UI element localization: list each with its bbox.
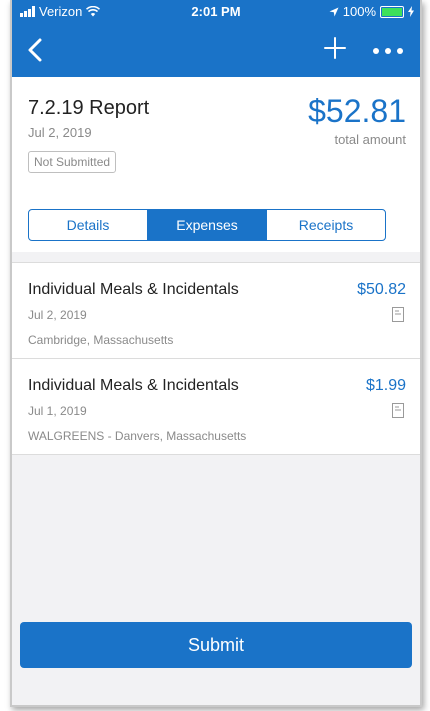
status-badge: Not Submitted: [28, 151, 117, 173]
report-title: 7.2.19 Report: [28, 97, 150, 119]
expense-location: Cambridge, Massachusetts: [28, 333, 174, 347]
receipt-icon: [392, 307, 404, 322]
battery-icon: [380, 5, 404, 18]
report-date: Jul 2, 2019: [28, 125, 92, 140]
total-amount-label: total amount: [334, 132, 406, 147]
expense-amount: $50.82: [357, 281, 406, 298]
charging-icon: [408, 6, 414, 17]
location-arrow-icon: [329, 7, 339, 16]
status-bar: Verizon 2:01 PM 100%: [12, 0, 420, 22]
expense-date: Jul 2, 2019: [28, 308, 87, 322]
submit-button[interactable]: Submit: [20, 622, 412, 668]
list-item[interactable]: Individual Meals & Incidentals Jul 2, 20…: [12, 263, 420, 359]
expense-location: WALGREENS - Danvers, Massachusetts: [28, 429, 247, 443]
battery-percent: 100%: [342, 4, 376, 19]
ellipsis-icon[interactable]: [368, 32, 408, 68]
report-header: 7.2.19 Report Jul 2, 2019 Not Submitted …: [12, 77, 420, 252]
navigation-bar: [12, 22, 420, 77]
receipt-icon: [392, 403, 404, 418]
segmented-control: Details Expenses Receipts: [28, 209, 386, 241]
phone-screen: Verizon 2:01 PM 100% 7.2.19 Report Jul 2…: [10, 0, 422, 707]
tab-details[interactable]: Details: [29, 210, 147, 240]
expense-list: Individual Meals & Incidentals Jul 2, 20…: [12, 262, 420, 455]
chevron-left-icon[interactable]: [22, 30, 52, 70]
expense-amount: $1.99: [365, 377, 406, 394]
total-amount: $52.81: [308, 93, 406, 129]
tab-receipts[interactable]: Receipts: [266, 210, 385, 240]
tab-expenses[interactable]: Expenses: [147, 210, 266, 240]
list-item[interactable]: Individual Meals & Incidentals Jul 1, 20…: [12, 359, 420, 455]
expense-name: Individual Meals & Incidentals: [28, 377, 239, 394]
expense-name: Individual Meals & Incidentals: [28, 281, 239, 298]
plus-icon[interactable]: [320, 28, 350, 68]
expense-date: Jul 1, 2019: [28, 404, 87, 418]
